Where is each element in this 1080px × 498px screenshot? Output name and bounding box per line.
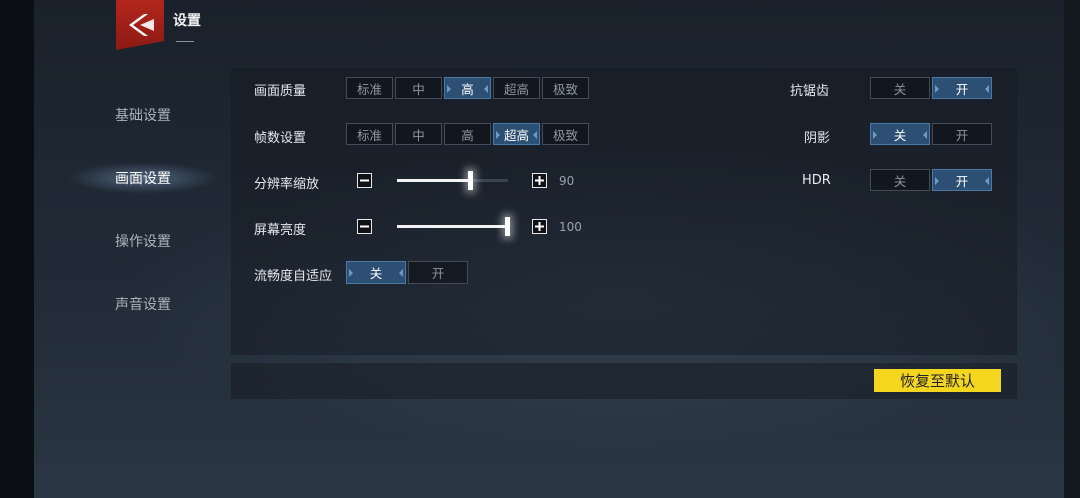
title-underline (176, 41, 194, 42)
brightness-decrease-button[interactable] (357, 219, 372, 234)
adaptive-options: 关 开 (346, 261, 468, 284)
sidebar-item-label: 基础设置 (115, 108, 171, 124)
brightness-slider-fill (397, 225, 507, 228)
quality-options: 标准 中 高 超高 极致 (346, 77, 589, 99)
adaptive-option-on[interactable]: 开 (408, 261, 468, 284)
shadow-option-on[interactable]: 开 (932, 123, 992, 145)
resolution-label: 分辨率缩放 (254, 177, 320, 192)
adaptive-option-off[interactable]: 关 (346, 261, 406, 284)
quality-option-ultra[interactable]: 超高 (493, 77, 540, 99)
antialias-option-on[interactable]: 开 (932, 77, 992, 99)
brightness-slider-thumb[interactable] (504, 217, 510, 236)
sidebar-item-label: 画面设置 (115, 171, 171, 187)
framerate-option-standard[interactable]: 标准 (346, 123, 393, 145)
quality-label: 画面质量 (254, 84, 307, 99)
sidebar-item-label: 操作设置 (115, 234, 171, 250)
quality-option-medium[interactable]: 中 (395, 77, 442, 99)
sidebar-item-label: 声音设置 (115, 297, 171, 313)
hdr-option-off[interactable]: 关 (870, 169, 930, 191)
brightness-increase-button[interactable] (532, 219, 547, 234)
resolution-slider-fill (397, 179, 471, 182)
quality-option-extreme[interactable]: 极致 (542, 77, 589, 99)
sidebar-item-sound[interactable]: 声音设置 (68, 288, 218, 320)
hdr-label: HDR (802, 173, 831, 188)
hdr-option-on[interactable]: 开 (932, 169, 992, 191)
resolution-increase-button[interactable] (532, 173, 547, 188)
brightness-value: 100 (559, 220, 582, 234)
brightness-slider[interactable] (397, 217, 510, 236)
antialias-option-off[interactable]: 关 (870, 77, 930, 99)
chevron-left-icon (129, 14, 154, 36)
hdr-options: 关 开 (870, 169, 992, 191)
antialias-options: 关 开 (870, 77, 992, 99)
reset-default-button[interactable]: 恢复至默认 (874, 369, 1001, 392)
page-title: 设置 (173, 13, 201, 29)
resolution-slider[interactable] (397, 171, 508, 190)
resolution-decrease-button[interactable] (357, 173, 372, 188)
framerate-option-ultra[interactable]: 超高 (493, 123, 540, 145)
brightness-label: 屏幕亮度 (254, 223, 307, 238)
framerate-option-extreme[interactable]: 极致 (542, 123, 589, 145)
resolution-slider-thumb[interactable] (468, 171, 474, 190)
antialias-label: 抗锯齿 (790, 84, 830, 99)
minus-icon (360, 179, 369, 182)
sidebar-item-display[interactable]: 画面设置 (68, 162, 218, 194)
right-edge-strip (1064, 0, 1080, 498)
adaptive-label: 流畅度自适应 (254, 269, 333, 284)
shadow-options: 关 开 (870, 123, 992, 145)
shadow-label: 阴影 (804, 131, 831, 146)
shadow-option-off[interactable]: 关 (870, 123, 930, 145)
framerate-label: 帧数设置 (254, 131, 307, 146)
quality-option-high[interactable]: 高 (444, 77, 491, 99)
framerate-option-high[interactable]: 高 (444, 123, 491, 145)
plus-icon (535, 176, 544, 185)
quality-option-standard[interactable]: 标准 (346, 77, 393, 99)
left-edge-strip (0, 0, 34, 498)
minus-icon (360, 225, 369, 228)
plus-icon (535, 222, 544, 231)
sidebar-item-controls[interactable]: 操作设置 (68, 225, 218, 257)
framerate-option-medium[interactable]: 中 (395, 123, 442, 145)
settings-panel (231, 68, 1017, 355)
framerate-options: 标准 中 高 超高 极致 (346, 123, 589, 145)
sidebar-item-basic[interactable]: 基础设置 (68, 99, 218, 131)
resolution-value: 90 (559, 174, 575, 188)
